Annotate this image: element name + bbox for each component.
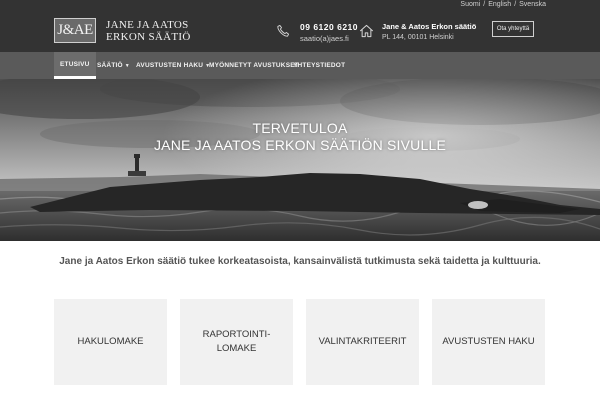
tile-label: HAKULOMAKE xyxy=(78,335,144,349)
nav-item-yhteystiedot[interactable]: YHTEYSTIEDOT xyxy=(293,52,345,79)
intro-text: Jane ja Aatos Erkon säätiö tukee korkeat… xyxy=(59,256,541,267)
site-header: Suomi / English / Svenska J&AE JANE JA A… xyxy=(0,0,600,52)
nav-item-saatio[interactable]: SÄÄTIÖ ▼ xyxy=(97,52,130,79)
tile-label-line: HAKULOMAKE xyxy=(77,336,144,347)
hero-seascape-image xyxy=(0,79,600,241)
nav-item-etusivu[interactable]: ETUSIVU xyxy=(54,52,96,79)
lang-separator: / xyxy=(514,1,517,8)
tile-valintakriteerit[interactable]: VALINTAKRITEERIT xyxy=(306,299,419,385)
phone-number[interactable]: 09 6120 6210 xyxy=(300,22,358,32)
nav-item-label: SÄÄTIÖ xyxy=(97,62,123,69)
tile-label-line: RAPORTOINTI- xyxy=(202,329,271,340)
tile-hakulomake[interactable]: HAKULOMAKE xyxy=(54,299,167,385)
tile-label: RAPORTOINTI- LOMAKE xyxy=(203,328,271,356)
lang-svenska-link[interactable]: Svenska xyxy=(519,1,546,8)
phone-icon xyxy=(277,24,290,37)
site-title-line1: JANE JA AATOS xyxy=(106,19,189,31)
logo-mark: J&AE xyxy=(57,22,93,38)
lang-suomi-link[interactable]: Suomi xyxy=(460,1,480,8)
hero-title-line1: TERVETULOA xyxy=(252,120,348,136)
lang-separator: / xyxy=(483,1,486,8)
language-switcher: Suomi / English / Svenska xyxy=(460,1,546,8)
hero-banner: TERVETULOA JANE JA AATOS ERKON SÄÄTIÖN S… xyxy=(0,79,600,241)
tile-label-line: LOMAKE xyxy=(216,343,257,354)
tile-label-line: VALINTAKRITEERIT xyxy=(318,336,407,347)
nav-item-myonnetyt-avustukset[interactable]: MYÖNNETYT AVUSTUKSET xyxy=(209,52,299,79)
nav-item-label: YHTEYSTIEDOT xyxy=(293,62,346,69)
tile-label: AVUSTUSTEN HAKU xyxy=(442,335,534,349)
tile-label: VALINTAKRITEERIT xyxy=(319,335,407,349)
address-line: PL 144, 00101 Helsinki xyxy=(382,34,454,41)
address-name: Jane & Aatos Erkon säätiö xyxy=(382,22,477,31)
tile-raportointilomake[interactable]: RAPORTOINTI- LOMAKE xyxy=(180,299,293,385)
nav-item-avustusten-haku[interactable]: AVUSTUSTEN HAKU ▼ xyxy=(136,52,210,79)
site-title[interactable]: JANE JA AATOS ERKON SÄÄTIÖ xyxy=(106,19,226,43)
nav-item-label: MYÖNNETYT AVUSTUKSET xyxy=(209,62,299,69)
caret-down-icon: ▼ xyxy=(124,62,130,69)
nav-item-label: AVUSTUSTEN HAKU xyxy=(136,62,204,69)
home-icon xyxy=(359,24,374,38)
email-address[interactable]: saatio(a)jaes.fi xyxy=(300,34,349,43)
site-title-line2: ERKON SÄÄTIÖ xyxy=(106,31,191,43)
nav-item-label: ETUSIVU xyxy=(60,60,90,68)
hero-title-line2: JANE JA AATOS ERKON SÄÄTIÖN SIVULLE xyxy=(153,137,447,153)
tile-label-line: AVUSTUSTEN HAKU xyxy=(442,336,535,347)
main-nav: ETUSIVU SÄÄTIÖ ▼ AVUSTUSTEN HAKU ▼ MYÖNN… xyxy=(0,52,600,79)
logo[interactable]: J&AE xyxy=(54,18,96,43)
contact-button[interactable]: Ota yhteyttä xyxy=(492,21,534,37)
lang-english-link[interactable]: English xyxy=(488,1,511,8)
tile-avustusten-haku[interactable]: AVUSTUSTEN HAKU xyxy=(432,299,545,385)
